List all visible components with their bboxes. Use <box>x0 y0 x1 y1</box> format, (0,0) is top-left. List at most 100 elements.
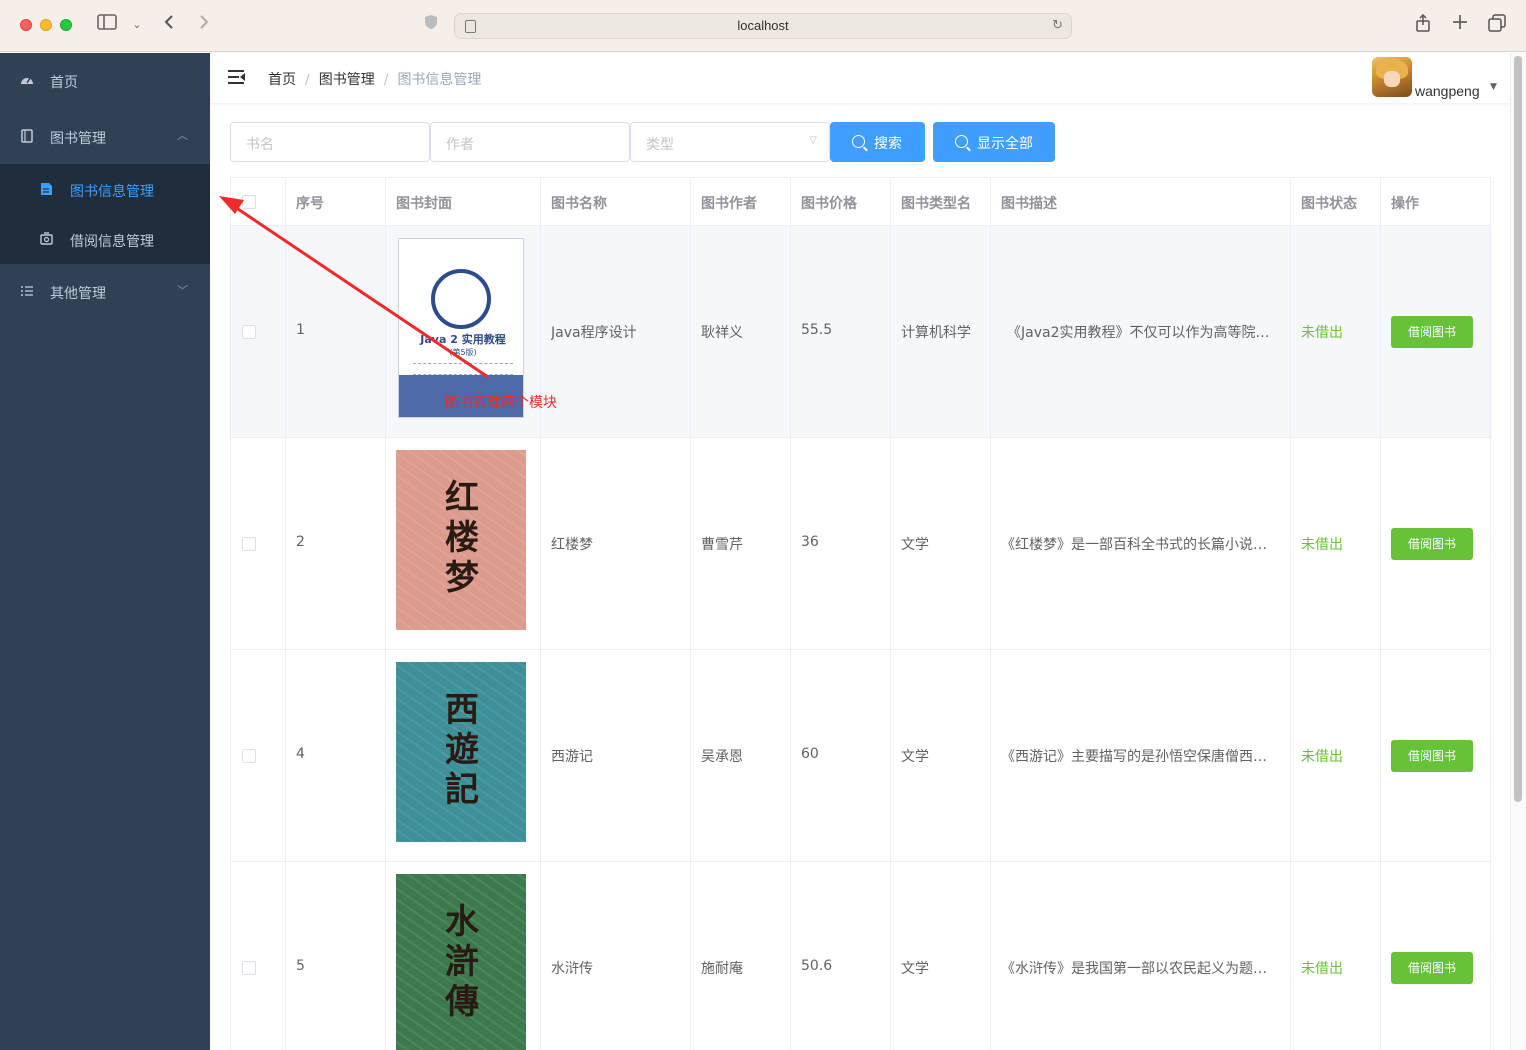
select-all-checkbox[interactable] <box>242 195 256 209</box>
hamburger-icon[interactable] <box>228 69 245 85</box>
type-select[interactable]: 类型 ▽ <box>630 122 830 162</box>
borrow-book-button[interactable]: 借阅图书 <box>1391 316 1473 348</box>
row-checkbox[interactable] <box>242 325 256 339</box>
breadcrumb-book-management[interactable]: 图书管理 <box>319 72 375 88</box>
sidebar: 首页 图书管理 ︿ 图书信息管理 借阅信息管理 其他管理 ﹀ <box>0 53 210 1050</box>
book-type: 计算机科学 <box>901 325 971 341</box>
cover-subtitle: (第5版) <box>449 348 477 357</box>
book-icon <box>21 129 33 143</box>
sidebar-item-borrow-info[interactable]: 借阅信息管理 <box>0 214 210 264</box>
sidebar-item-book-info[interactable]: 图书信息管理 <box>0 164 210 214</box>
book-author: 耿祥义 <box>701 325 743 341</box>
column-header: 操作 <box>1391 196 1419 212</box>
search-button[interactable]: 搜索 <box>830 122 925 162</box>
dashboard-icon <box>21 77 33 84</box>
top-navbar: 首页 / 图书管理 / 图书信息管理 wangpeng ▼ <box>210 53 1510 103</box>
book-name-placeholder: 书名 <box>246 137 274 153</box>
table-header: 序号 图书封面 图书名称 图书作者 图书价格 图书类型名 图书描述 图书状态 操… <box>231 178 1490 226</box>
book-name-input[interactable]: 书名 <box>230 122 430 162</box>
row-checkbox[interactable] <box>242 961 256 975</box>
row-id: 2 <box>296 534 305 550</box>
book-description: 《西游记》主要描写的是孙悟空保唐僧西… <box>1001 749 1267 765</box>
book-status: 未借出 <box>1301 961 1343 977</box>
new-tab-icon[interactable] <box>1449 14 1471 36</box>
sidebar-toggle-icon[interactable] <box>96 14 118 36</box>
cover-title: 西遊記 <box>445 690 479 810</box>
back-icon[interactable] <box>158 14 180 36</box>
book-description: 《红楼梦》是一部百科全书式的长篇小说… <box>1001 537 1267 553</box>
type-placeholder: 类型 <box>646 137 674 153</box>
show-all-button[interactable]: 显示全部 <box>933 122 1055 162</box>
breadcrumb-home[interactable]: 首页 <box>268 72 296 88</box>
book-status: 未借出 <box>1301 749 1343 765</box>
annotation-label: 图书管理两个模块 <box>445 395 557 411</box>
book-status: 未借出 <box>1301 325 1343 341</box>
book-author: 施耐庵 <box>701 961 743 977</box>
row-id: 1 <box>296 322 305 338</box>
borrow-book-button[interactable]: 借阅图书 <box>1391 952 1473 984</box>
book-author: 曹雪芹 <box>701 537 743 553</box>
table-row[interactable]: 2 红楼梦 红楼梦 曹雪芹 36 文学 《红楼梦》是一部百科全书式的长篇小说… … <box>231 438 1490 650</box>
column-header: 图书名称 <box>541 178 691 226</box>
book-table: 序号 图书封面 图书名称 图书作者 图书价格 图书类型名 图书描述 图书状态 操… <box>230 177 1491 1050</box>
list-icon <box>21 286 33 296</box>
book-cover-image: 西遊記 <box>396 662 526 842</box>
share-icon[interactable] <box>1412 13 1434 36</box>
sidebar-item-other-management[interactable]: 其他管理 ﹀ <box>0 264 210 320</box>
avatar[interactable] <box>1372 57 1412 97</box>
cover-title: 水滸傳 <box>445 902 479 1022</box>
close-window-button[interactable] <box>20 19 32 31</box>
book-type: 文学 <box>901 749 929 765</box>
book-type: 文学 <box>901 961 929 977</box>
borrow-book-button[interactable]: 借阅图书 <box>1391 740 1473 772</box>
book-price: 50.6 <box>801 958 833 974</box>
breadcrumb-current: 图书信息管理 <box>397 72 482 88</box>
user-name[interactable]: wangpeng <box>1415 83 1480 99</box>
search-button-label: 搜索 <box>874 136 902 152</box>
book-status: 未借出 <box>1301 537 1343 553</box>
sidebar-item-label: 首页 <box>50 75 78 91</box>
sidebar-item-home[interactable]: 首页 <box>0 53 210 109</box>
borrow-icon <box>40 232 53 245</box>
column-header: 图书作者 <box>691 178 791 226</box>
zoom-window-button[interactable] <box>60 19 72 31</box>
book-type: 文学 <box>901 537 929 553</box>
sidebar-item-label: 其他管理 <box>50 286 106 302</box>
book-name: 水浒传 <box>551 961 593 977</box>
row-checkbox[interactable] <box>242 749 256 763</box>
book-cover-image: 水滸傳 <box>396 874 526 1050</box>
table-row[interactable]: 5 水滸傳 水浒传 施耐庵 50.6 文学 《水浒传》是我国第一部以农民起义为题… <box>231 862 1490 1050</box>
book-price: 55.5 <box>801 322 833 338</box>
row-id: 4 <box>296 746 305 762</box>
book-name: 西游记 <box>551 749 593 765</box>
table-row[interactable]: 4 西遊記 西游记 吴承恩 60 文学 《西游记》主要描写的是孙悟空保唐僧西… … <box>231 650 1490 862</box>
search-icon <box>852 135 865 148</box>
chevron-down-icon: ﹀ <box>177 284 188 297</box>
reload-icon[interactable]: ↻ <box>1052 18 1063 33</box>
caret-down-icon[interactable]: ▼ <box>1490 82 1497 92</box>
book-description: 《Java2实用教程》不仅可以作为高等院… <box>1007 325 1270 341</box>
chevron-down-icon[interactable]: ⌄ <box>126 14 148 36</box>
table-row[interactable]: 1 Java 2 实用教程 (第5版) Java程序设计 耿祥义 55.5 计算… <box>231 226 1490 438</box>
sidebar-submenu: 图书信息管理 借阅信息管理 <box>0 164 210 264</box>
minimize-window-button[interactable] <box>40 19 52 31</box>
chevron-down-icon: ▽ <box>809 135 817 146</box>
tabs-overview-icon[interactable] <box>1486 14 1508 36</box>
shield-icon[interactable] <box>420 14 442 36</box>
sidebar-item-book-management[interactable]: 图书管理 ︿ <box>0 109 210 165</box>
cover-title: 红楼梦 <box>445 478 479 598</box>
header-select-all <box>231 178 286 226</box>
show-all-button-label: 显示全部 <box>977 136 1033 152</box>
column-header: 图书类型名 <box>891 178 991 226</box>
author-input[interactable]: 作者 <box>430 122 630 162</box>
forward-icon[interactable] <box>193 14 215 36</box>
cover-title: Java 2 实用教程 <box>420 333 506 346</box>
document-icon <box>41 183 52 195</box>
book-cover-image: Java 2 实用教程 (第5版) <box>398 238 524 418</box>
borrow-book-button[interactable]: 借阅图书 <box>1391 528 1473 560</box>
author-placeholder: 作者 <box>446 137 474 153</box>
search-icon <box>955 135 968 148</box>
address-bar[interactable]: localhost ↻ <box>454 13 1072 39</box>
scrollbar-thumb[interactable] <box>1514 56 1522 802</box>
row-checkbox[interactable] <box>242 537 256 551</box>
